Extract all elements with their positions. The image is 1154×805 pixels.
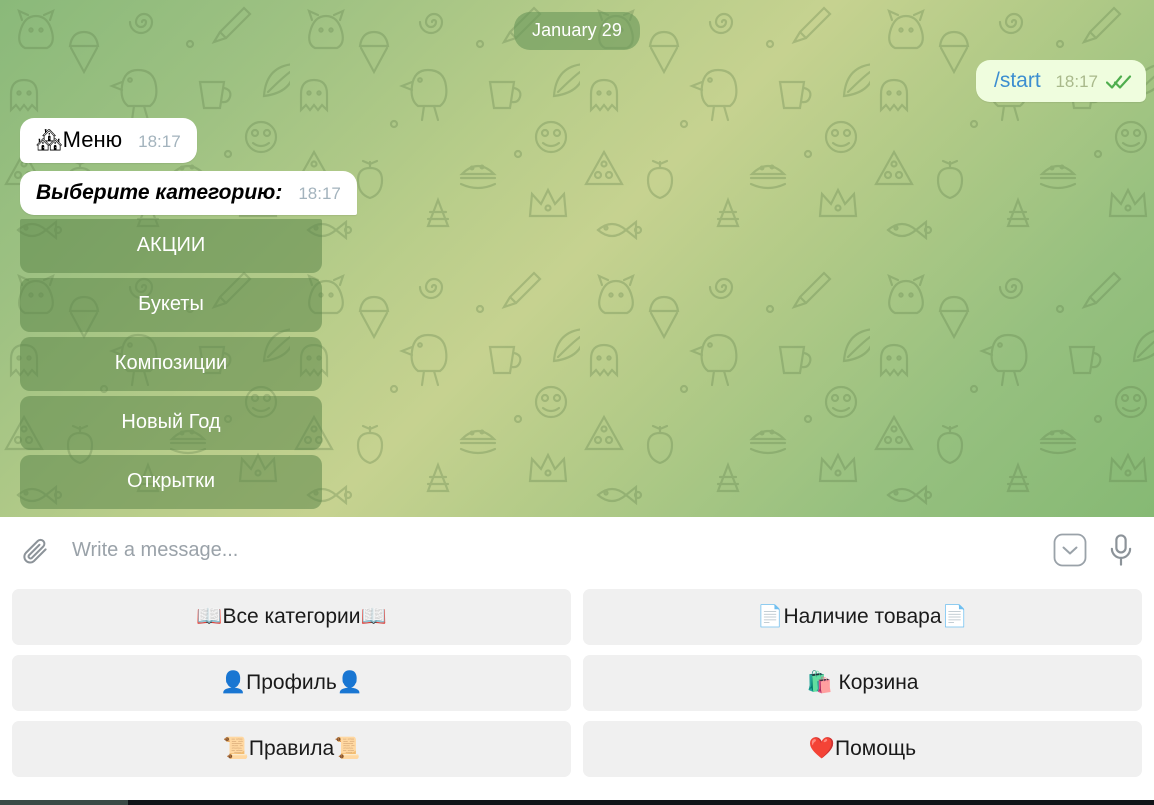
reply-button-rules[interactable]: 📜Правила📜	[12, 721, 571, 778]
outgoing-message-bubble[interactable]: /start 18:17	[976, 60, 1146, 102]
inline-button-novyj-god[interactable]: Новый Год	[20, 396, 322, 451]
message-timestamp: 18:17	[138, 132, 181, 151]
message-timestamp: 18:17	[298, 184, 341, 204]
reply-keyboard: 📖Все категории📖 📄Наличие товара📄 👤Профил…	[0, 583, 1154, 800]
inline-button-bukety[interactable]: Букеты	[20, 278, 322, 333]
reply-keyboard-row: 📜Правила📜 ❤️Помощь	[12, 721, 1142, 778]
houses-icon: 🏘	[36, 129, 63, 152]
system-navigation-bar	[0, 800, 1154, 805]
composer-actions	[1052, 532, 1136, 568]
paperclip-icon[interactable]	[20, 535, 50, 565]
microphone-icon[interactable]	[1106, 533, 1136, 567]
message-meta: 18:17	[1055, 73, 1132, 90]
message-input[interactable]	[66, 538, 1036, 562]
reply-keyboard-row: 👤Профиль👤 🛍️ Корзина	[12, 655, 1142, 712]
incoming-message-bubble-menu[interactable]: 🏘Меню 18:17	[20, 118, 197, 164]
inline-keyboard: АКЦИИ Букеты Композиции Новый Год Открыт…	[20, 219, 322, 510]
double-check-icon	[1106, 74, 1132, 90]
choose-category-text: Выберите категорию:	[36, 181, 283, 205]
outgoing-message-row: /start 18:17	[14, 60, 1146, 102]
reply-button-cart[interactable]: 🛍️ Корзина	[583, 655, 1142, 712]
inline-button-akcii[interactable]: АКЦИИ	[20, 219, 322, 274]
inline-button-kompozicii[interactable]: Композиции	[20, 337, 322, 392]
message-timestamp: 18:17	[1055, 72, 1098, 91]
date-divider: January 29	[513, 12, 641, 50]
incoming-message-group: 🏘Меню 18:17 Выберите категорию: 18:17 АК…	[20, 118, 1140, 510]
message-composer	[0, 517, 1154, 583]
menu-message-text: 🏘Меню	[36, 127, 123, 152]
chevron-down-icon[interactable]	[1052, 532, 1088, 568]
reply-keyboard-row: 📖Все категории📖 📄Наличие товара📄	[12, 589, 1142, 646]
reply-button-profile[interactable]: 👤Профиль👤	[12, 655, 571, 712]
chat-message-area: January 29 /start 18:17 🏘Меню 18:17 Выбе…	[0, 0, 1154, 517]
reply-button-all-categories[interactable]: 📖Все категории📖	[12, 589, 571, 646]
reply-button-availability[interactable]: 📄Наличие товара📄	[583, 589, 1142, 646]
bot-command-link[interactable]: /start	[994, 70, 1041, 91]
incoming-message-bubble-category[interactable]: Выберите категорию: 18:17	[20, 171, 357, 216]
menu-label: Меню	[62, 127, 123, 152]
date-divider-row: January 29	[14, 8, 1140, 50]
message-list: January 29 /start 18:17 🏘Меню 18:17 Выбе…	[0, 0, 1154, 517]
reply-button-help[interactable]: ❤️Помощь	[583, 721, 1142, 778]
nav-bar-segment	[0, 800, 128, 805]
inline-button-otkrytki[interactable]: Открытки	[20, 455, 322, 510]
telegram-chat-window: January 29 /start 18:17 🏘Меню 18:17 Выбе…	[0, 0, 1154, 805]
